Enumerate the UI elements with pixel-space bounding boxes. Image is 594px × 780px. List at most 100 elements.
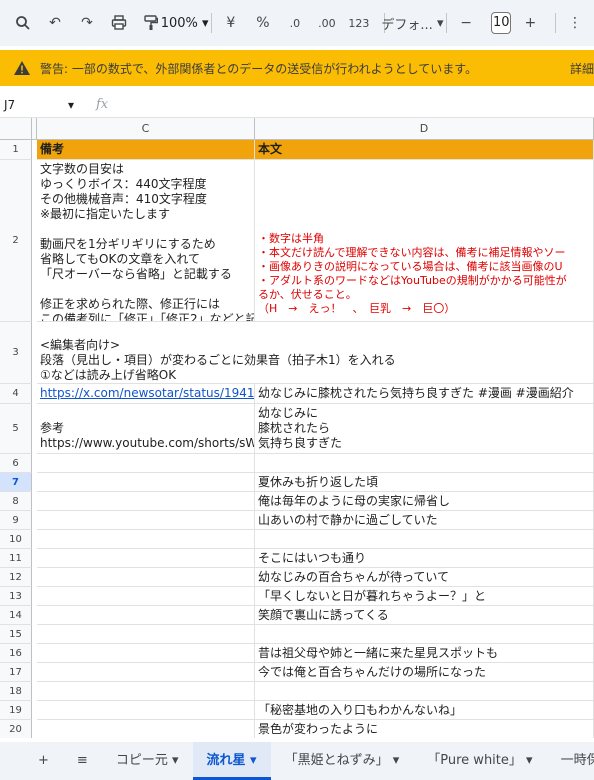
row-header[interactable]: 5 [0,404,32,454]
cell-c4-link[interactable]: https://x.com/newsotar/status/194136110 [37,384,255,404]
chevron-down-icon: ▾ [436,15,444,31]
cell-c3[interactable]: <編集者向け> 段落（見出し・項目）が変わるごとに効果音（拍子木1）を入れる ①… [37,322,594,384]
column-header-c[interactable]: C [37,118,255,140]
chevron-down-icon: ▾ [392,753,400,768]
spreadsheet-grid[interactable]: C D 1 備考 本文 2 文字数の目安は ゆっくりボイス：440文字程度 その… [0,118,594,738]
cell-d1[interactable]: 本文 [255,140,594,160]
cell-c[interactable] [37,644,255,663]
cell-d[interactable]: 笑顔で裏山に誘ってくる [255,606,594,625]
cell-c[interactable] [37,473,255,492]
cell-d[interactable]: そこにはいつも通り [255,549,594,568]
add-sheet-button[interactable]: + [0,742,63,780]
row-header[interactable]: 1 [0,140,32,160]
sheet-tab-label: コピー元 [115,753,168,768]
zoom-select[interactable]: 100% ▾ [161,9,209,37]
divider [555,13,556,33]
row-header[interactable]: 17 [0,663,32,682]
cell-d[interactable]: 夏休みも折り返した頃 [255,473,594,492]
row-header[interactable]: 16 [0,644,32,663]
cell-d[interactable]: 昔は祖父母や姉と一緒に来た星見スポットも [255,644,594,663]
cell-c[interactable] [37,720,255,738]
sheet-tab-active[interactable]: 流れ星 ▾ [192,742,271,780]
cell-c[interactable] [37,530,255,549]
row-header[interactable]: 13 [0,587,32,606]
font-size-decrease-button[interactable]: − [453,9,479,37]
print-icon[interactable] [106,9,132,37]
cell-d2[interactable]: ・数字は半角 ・本文だけ読んで理解できない内容は、備考に補足情報やソー ・画像あ… [255,160,594,322]
cell-c[interactable] [37,511,255,530]
font-size-input[interactable]: 10 [491,12,512,34]
all-sheets-button[interactable]: ≡ [63,742,102,780]
row-header[interactable]: 7 [0,473,32,492]
row-header[interactable]: 2 [0,160,32,322]
more-options-icon[interactable]: ⋮ [562,9,588,37]
cell-c[interactable] [37,701,255,720]
row-header[interactable]: 14 [0,606,32,625]
select-all-corner[interactable] [0,118,32,140]
cell-d[interactable]: 幼なじみの百合ちゃんが待っていて [255,568,594,587]
cell-c5[interactable]: 参考 https://www.youtube.com/shorts/sWAP-N [37,404,255,454]
cell-d[interactable]: 山あいの村で静かに過ごしていた [255,511,594,530]
row-header[interactable]: 20 [0,720,32,738]
cell-d[interactable]: 「早くしないと日が暮れちゃうよー？」と [255,587,594,606]
row-header[interactable]: 3 [0,322,32,384]
fx-icon: fx [96,97,109,112]
row-header[interactable]: 19 [0,701,32,720]
warning-details-link[interactable]: 詳細 [570,60,594,77]
font-select[interactable]: デフォ... ▾ [381,9,443,37]
redo-icon[interactable]: ↷ [74,9,100,37]
cell-d[interactable]: 俺は毎年のように母の実家に帰省し [255,492,594,511]
cell-d5[interactable]: 幼なじみに 膝枕されたら 気持ち良すぎた [255,404,594,454]
name-box[interactable]: J7 ▾ [0,98,78,112]
cell-d[interactable] [255,682,594,701]
sheet-tab-label: 「黒姫とねずみ」 [284,753,389,768]
cell-c[interactable] [37,625,255,644]
cell-d[interactable] [255,454,594,473]
decrease-decimal-button[interactable]: .0 [282,9,308,37]
warning-icon [14,61,30,75]
cell-c1[interactable]: 備考 [37,140,255,160]
row-header[interactable]: 12 [0,568,32,587]
cell-c[interactable] [37,587,255,606]
cell-c[interactable] [37,568,255,587]
row-header[interactable]: 6 [0,454,32,473]
cell-d4[interactable]: 幼なじみに膝枕されたら気持ち良すぎた #漫画 #漫画紹介 [255,384,594,404]
currency-button[interactable]: ¥ [218,9,244,37]
cell-d[interactable]: 「秘密基地の入り口もわかんないね」 [255,701,594,720]
sheet-tab[interactable]: コピー元 ▾ [102,742,193,780]
undo-icon[interactable]: ↶ [42,9,68,37]
number-format-button[interactable]: 123 [346,9,372,37]
row-header[interactable]: 8 [0,492,32,511]
percent-button[interactable]: % [250,9,276,37]
cell-c[interactable] [37,454,255,473]
cell-c[interactable] [37,663,255,682]
cell-d[interactable] [255,625,594,644]
row-header[interactable]: 4 [0,384,32,404]
row-header[interactable]: 15 [0,625,32,644]
chevron-down-icon: ▾ [67,97,74,112]
font-value: デフォ... [381,17,433,33]
cell-d[interactable]: 景色が変わったように [255,720,594,738]
cell-c[interactable] [37,682,255,701]
formula-bar: J7 ▾ fx [0,92,594,118]
sheet-tab[interactable]: 「黒姫とねずみ」 ▾ [271,742,414,780]
cell-c[interactable] [37,549,255,568]
increase-decimal-button[interactable]: .00 [314,9,340,37]
column-header-d[interactable]: D [255,118,594,140]
search-icon[interactable] [10,9,36,37]
row-header[interactable]: 10 [0,530,32,549]
row-header[interactable]: 9 [0,511,32,530]
warning-text: 警告: 一部の数式で、外部関係者とのデータの送受信が行われようとしています。 [40,61,478,76]
sheet-tab-label: 「Pure white」 [427,753,522,768]
font-size-increase-button[interactable]: + [517,9,543,37]
warning-banner: 警告: 一部の数式で、外部関係者とのデータの送受信が行われようとしています。 詳… [0,50,594,86]
cell-c[interactable] [37,492,255,511]
cell-c[interactable] [37,606,255,625]
cell-d[interactable] [255,530,594,549]
sheet-tab[interactable]: 一時保 [547,742,594,780]
cell-c2[interactable]: 文字数の目安は ゆっくりボイス：440文字程度 その他機械音声：410文字程度 … [37,160,255,322]
row-header[interactable]: 11 [0,549,32,568]
sheet-tab[interactable]: 「Pure white」 ▾ [413,742,546,780]
cell-d[interactable]: 今では俺と百合ちゃんだけの場所になった [255,663,594,682]
row-header[interactable]: 18 [0,682,32,701]
